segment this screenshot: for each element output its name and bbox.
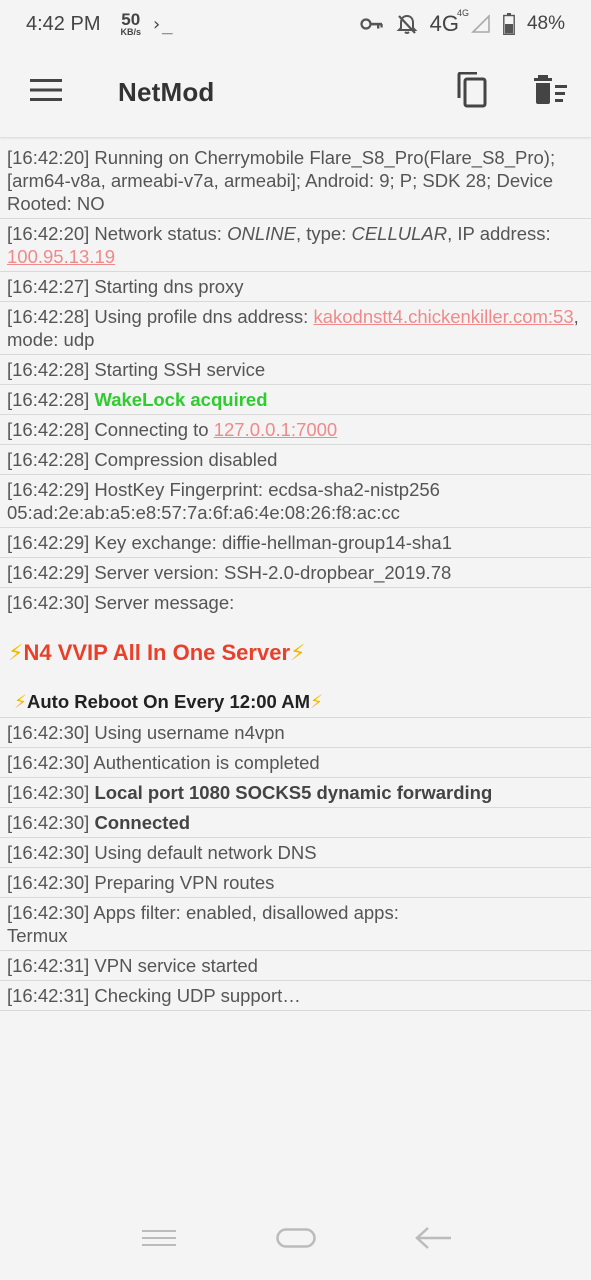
- network-type-label: 4G: [429, 11, 459, 36]
- log-entry: [16:42:28] Connecting to 127.0.0.1:7000: [0, 415, 591, 445]
- log-text: , type:: [295, 223, 352, 244]
- back-arrow-icon: [414, 1226, 452, 1255]
- dns-address-link[interactable]: kakodnstt4.chickenkiller.com:53: [313, 306, 573, 327]
- ip-address-link[interactable]: 100.95.13.19: [7, 246, 115, 267]
- log-entry: [16:42:30] Using username n4vpn: [0, 718, 591, 748]
- log-text: [16:42:30]: [7, 812, 95, 833]
- app-bar: NetMod: [0, 48, 591, 138]
- log-text: [16:42:30] Preparing VPN routes: [7, 872, 275, 893]
- system-nav-bar: [0, 1200, 591, 1280]
- recents-button[interactable]: [129, 1215, 189, 1265]
- log-text: [16:42:31] VPN service started: [7, 955, 258, 976]
- log-text: [16:42:30] Server message:: [7, 592, 235, 613]
- log-text: Termux: [7, 925, 68, 946]
- local-address-link[interactable]: 127.0.0.1:7000: [214, 419, 337, 440]
- connected-status: Connected: [94, 812, 191, 833]
- server-message-banner: ⚡N4 VVIP All In One Server⚡: [0, 617, 591, 685]
- network-type: 4G 4G: [429, 8, 469, 37]
- lightning-icon: ⚡: [310, 691, 324, 712]
- log-entry: [16:42:20] Network status: ONLINE, type:…: [0, 219, 591, 272]
- log-text: [16:42:31] Checking UDP support…: [7, 985, 301, 1006]
- log-entry: [16:42:28] WakeLock acquired: [0, 385, 591, 415]
- battery-percent: 48%: [526, 13, 565, 34]
- status-time: 4:42 PM: [26, 12, 101, 35]
- net-speed-value: 50: [121, 10, 141, 29]
- lightning-icon: ⚡: [290, 640, 306, 665]
- terminal-icon: ›_: [151, 13, 173, 35]
- log-entry: [16:42:20] Running on Cherrymobile Flare…: [0, 143, 591, 219]
- network-type-value: CELLULAR: [351, 223, 448, 244]
- log-entry: [16:42:28] Compression disabled: [0, 445, 591, 475]
- log-text: [16:42:30] Authentication is completed: [7, 752, 320, 773]
- network-status-value: ONLINE: [227, 223, 296, 244]
- home-icon: [275, 1227, 316, 1253]
- lightning-icon: ⚡: [8, 640, 24, 665]
- back-button[interactable]: [403, 1215, 463, 1265]
- vpn-key-icon: [360, 16, 384, 32]
- log-text: [16:42:27] Starting dns proxy: [7, 276, 244, 297]
- log-list[interactable]: [16:42:20] Running on Cherrymobile Flare…: [0, 143, 591, 1011]
- status-bar: 4:42 PM 50 KB/s ›_ 4G 4G 48%: [0, 0, 591, 48]
- server-sub-text: Auto Reboot On Every 12:00 AM: [27, 691, 311, 712]
- app-bar-actions: [431, 48, 591, 138]
- menu-button[interactable]: [0, 48, 92, 138]
- signal-icon: [471, 14, 491, 34]
- log-entry: [16:42:29] Key exchange: diffie-hellman-…: [0, 528, 591, 558]
- log-text: [16:42:28] Using profile dns address:: [7, 306, 314, 327]
- log-text: [16:42:30] Using default network DNS: [7, 842, 317, 863]
- log-entry: [16:42:29] HostKey Fingerprint: ecdsa-sh…: [0, 475, 591, 528]
- app-title: NetMod: [118, 77, 215, 107]
- log-entry: [16:42:31] Checking UDP support…: [0, 981, 591, 1011]
- notifications-off-icon: [396, 13, 418, 35]
- log-text: [16:42:28] Connecting to: [7, 419, 214, 440]
- copy-icon: [455, 71, 487, 113]
- clear-log-icon: [534, 75, 568, 110]
- status-icons: 4G 4G 48%: [360, 8, 565, 37]
- net-speed-indicator: 50 KB/s: [120, 11, 141, 37]
- log-entry: [16:42:30] Authentication is completed: [0, 748, 591, 778]
- lightning-icon: ⚡: [14, 691, 27, 712]
- log-entry: [16:42:30] Local port 1080 SOCKS5 dynami…: [0, 778, 591, 808]
- clear-log-button[interactable]: [511, 48, 591, 138]
- log-text: [16:42:28]: [7, 389, 95, 410]
- log-text: [16:42:30] Apps filter: enabled, disallo…: [7, 902, 399, 923]
- log-text: [16:42:29] Server version: SSH-2.0-dropb…: [7, 562, 452, 583]
- screen: 4:42 PM 50 KB/s ›_ 4G 4G 48% NetMod [16:…: [0, 0, 591, 1280]
- home-button[interactable]: [266, 1215, 326, 1265]
- server-banner-text: N4 VVIP All In One Server: [23, 640, 291, 665]
- network-type-sup: 4G: [456, 8, 469, 18]
- log-text: [16:42:20] Running on Cherrymobile Flare…: [7, 147, 556, 214]
- recents-icon: [141, 1229, 176, 1252]
- net-speed-unit: KB/s: [120, 27, 141, 37]
- log-text: [16:42:29] Key exchange: diffie-hellman-…: [7, 532, 452, 553]
- log-text: [16:42:28] Starting SSH service: [7, 359, 266, 380]
- log-text: [16:42:30] Using username n4vpn: [7, 722, 285, 743]
- forwarding-status: Local port 1080 SOCKS5 dynamic forwardin…: [94, 782, 493, 803]
- log-entry: [16:42:30] Connected: [0, 808, 591, 838]
- log-entry: [16:42:30] Using default network DNS: [0, 838, 591, 868]
- log-entry: [16:42:31] VPN service started: [0, 951, 591, 981]
- wakelock-status: WakeLock acquired: [94, 389, 268, 410]
- log-text: , IP address:: [447, 223, 551, 244]
- log-text: [16:42:28] Compression disabled: [7, 449, 278, 470]
- log-text: [16:42:30]: [7, 782, 95, 803]
- log-entry: [16:42:28] Starting SSH service: [0, 355, 591, 385]
- log-entry: [16:42:29] Server version: SSH-2.0-dropb…: [0, 558, 591, 588]
- log-entry: [16:42:27] Starting dns proxy: [0, 272, 591, 302]
- log-entry: [16:42:30] Preparing VPN routes: [0, 868, 591, 898]
- server-message-subtitle: ⚡Auto Reboot On Every 12:00 AM⚡: [0, 685, 591, 718]
- battery-icon: [503, 13, 515, 35]
- log-text: [16:42:29] HostKey Fingerprint: ecdsa-sh…: [7, 479, 440, 523]
- log-entry: [16:42:28] Using profile dns address: ka…: [0, 302, 591, 355]
- log-text: [16:42:20] Network status:: [7, 223, 228, 244]
- log-entry: [16:42:30] Apps filter: enabled, disallo…: [0, 898, 591, 951]
- hamburger-menu-icon: [30, 79, 62, 106]
- copy-log-button[interactable]: [431, 48, 511, 138]
- log-entry: [16:42:30] Server message:: [0, 588, 591, 617]
